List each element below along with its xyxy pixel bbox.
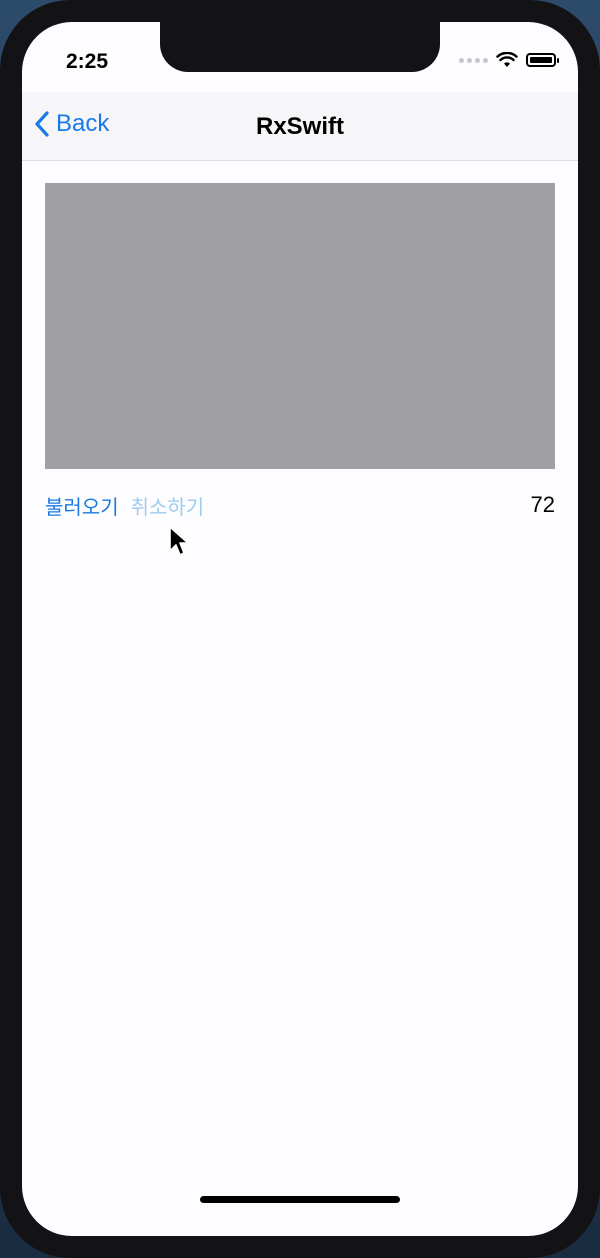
controls-row: 불러오기 취소하기 72 <box>45 490 555 520</box>
notch <box>160 22 440 72</box>
cancel-button[interactable]: 취소하기 <box>131 491 205 520</box>
device-screen: 2:25 Back RxSwift 불러오기 취소하기 72 <box>22 22 578 1236</box>
cellular-signal-icon <box>459 57 488 63</box>
mouse-pointer-icon <box>169 526 189 556</box>
status-indicators <box>459 52 559 68</box>
wifi-icon <box>496 52 518 67</box>
page-title: RxSwift <box>255 113 344 140</box>
navigation-bar: Back RxSwift <box>22 92 578 161</box>
status-time: 2:25 <box>66 50 109 73</box>
image-view <box>45 183 555 469</box>
iphone-frame: 2:25 Back RxSwift 불러오기 취소하기 72 <box>0 0 600 1258</box>
home-indicator[interactable] <box>200 1196 400 1203</box>
load-button[interactable]: 불러오기 <box>45 491 119 520</box>
counter-label: 72 <box>530 492 555 517</box>
battery-icon <box>526 53 559 67</box>
